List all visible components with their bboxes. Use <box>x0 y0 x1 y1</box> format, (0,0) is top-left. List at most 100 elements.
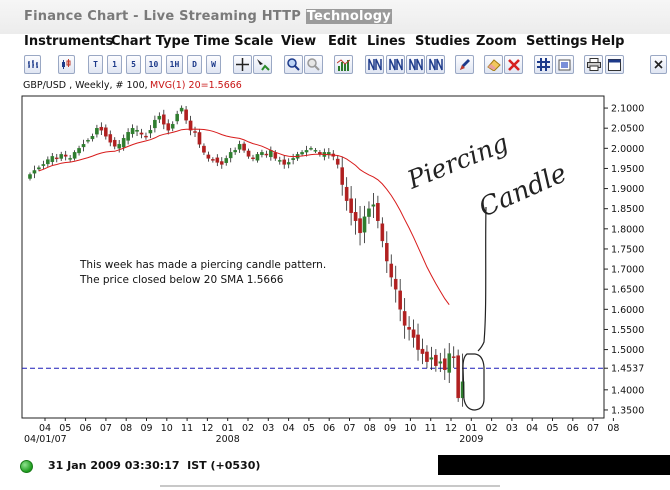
candle-up <box>121 138 126 148</box>
indicator-info: MVG(1) 20=1.5666 <box>150 80 242 91</box>
menu-bar: Instruments Chart Type Time Scale View E… <box>0 34 670 52</box>
candle-up <box>50 156 55 162</box>
eraser-icon[interactable] <box>484 55 503 74</box>
menu-edit[interactable]: Edit <box>328 34 357 49</box>
candle-up <box>327 152 331 155</box>
menu-time-scale[interactable]: Time Scale <box>194 34 273 49</box>
candle-down <box>425 351 429 362</box>
delete-icon[interactable] <box>504 55 523 74</box>
close-icon[interactable] <box>650 55 667 74</box>
properties-icon[interactable] <box>605 55 624 74</box>
menu-lines[interactable]: Lines <box>367 34 406 49</box>
trend-lines-icon[interactable] <box>365 55 384 74</box>
print-icon[interactable] <box>584 55 603 74</box>
candle-down <box>144 135 148 138</box>
x-tick-label: 07 <box>587 423 599 434</box>
candle-up <box>130 128 135 135</box>
menu-settings[interactable]: Settings <box>526 34 587 49</box>
x-tick-label: 01 <box>222 423 234 434</box>
candle-chart-icon[interactable] <box>58 55 75 74</box>
trend-lines-4-icon[interactable] <box>426 55 445 74</box>
menu-chart-type[interactable]: Chart Type <box>111 34 190 49</box>
price-chart[interactable]: GBP/USD , Weekly, # 100, MVG(1) 20=1.566… <box>0 77 670 455</box>
x-tick-label: 11 <box>181 423 193 434</box>
trend-lines-2-icon[interactable] <box>386 55 405 74</box>
timeframe-1min-button[interactable]: 1 <box>107 55 122 74</box>
x-tick-label: 09 <box>140 423 152 434</box>
candle-down <box>206 154 211 159</box>
candle-down <box>202 145 206 153</box>
y-tick-label: 1.6500 <box>611 285 644 296</box>
candle-up <box>90 136 95 140</box>
volume-icon[interactable] <box>334 55 353 74</box>
x-tick-label: 03 <box>506 423 518 434</box>
y-tick-label: 1.8500 <box>611 204 644 215</box>
timeframe-10min-button[interactable]: 10 <box>145 55 162 74</box>
window-title-highlight: Technology <box>305 9 392 24</box>
menu-view[interactable]: View <box>281 34 316 49</box>
timeframe-daily-button[interactable]: D <box>187 55 202 74</box>
candle-up <box>260 152 264 155</box>
y-tick-label: 1.8000 <box>611 224 644 235</box>
y-tick-label: 1.7500 <box>611 244 644 255</box>
candle-down <box>398 290 402 310</box>
status-datetime: 31 Jan 2009 03:30:17 IST (+0530) <box>48 459 261 472</box>
timeframe-tick-button[interactable]: T <box>88 55 103 74</box>
trend-lines-3-icon[interactable] <box>406 55 425 74</box>
timeframe-5min-button[interactable]: 5 <box>126 55 141 74</box>
y-tick-label: 1.4000 <box>611 385 644 396</box>
zoom-out-icon[interactable] <box>304 55 323 74</box>
title-bar: Finance Chart - Live Streaming HTTP Tech… <box>0 0 670 34</box>
status-bottom-divider <box>160 485 500 487</box>
menu-instruments[interactable]: Instruments <box>24 34 113 49</box>
candle-down <box>411 329 416 338</box>
x-secondary-label: 2009 <box>459 434 483 445</box>
candle-down <box>139 132 144 135</box>
menu-studies[interactable]: Studies <box>415 34 470 49</box>
candle-up <box>309 148 313 150</box>
timeframe-hourly-button[interactable]: 1H <box>166 55 183 74</box>
candle-up <box>72 152 77 159</box>
status-panel-dark <box>438 455 670 475</box>
candle-down <box>416 334 420 350</box>
window-title: Finance Chart - Live Streaming HTTP Tech… <box>24 9 392 24</box>
x-secondary-label: 04/01/07 <box>24 434 67 445</box>
pointer-icon[interactable] <box>253 55 272 74</box>
color-icon[interactable] <box>555 55 574 74</box>
candle-up <box>68 158 72 160</box>
candle-up <box>179 107 184 112</box>
candle-down <box>104 127 108 137</box>
candle-up <box>37 167 41 170</box>
x-tick-label: 12 <box>201 423 213 434</box>
candle-up <box>81 144 86 148</box>
x-tick-label: 05 <box>303 423 315 434</box>
candle-up <box>41 164 46 166</box>
candle-down <box>273 152 278 159</box>
candle-up <box>153 119 157 129</box>
candle-up <box>32 170 37 174</box>
menu-zoom[interactable]: Zoom <box>476 34 517 49</box>
connection-status-icon <box>20 460 33 473</box>
candle-up <box>117 144 121 149</box>
grid-icon[interactable] <box>534 55 553 74</box>
y-tick-label: 2.0000 <box>611 144 644 155</box>
candle-down <box>242 143 246 151</box>
x-tick-label: 05 <box>546 423 558 434</box>
candle-up <box>304 150 309 153</box>
x-tick-label: 03 <box>262 423 274 434</box>
candle-down <box>246 150 251 157</box>
candle-up <box>224 158 229 163</box>
candle-down <box>393 278 398 290</box>
draw-icon[interactable] <box>455 55 474 74</box>
zoom-in-icon[interactable] <box>284 55 303 74</box>
candle-up <box>157 115 162 120</box>
bar-chart-icon[interactable] <box>24 55 41 74</box>
x-tick-label: 05 <box>59 423 71 434</box>
menu-help[interactable]: Help <box>591 34 624 49</box>
candle-up <box>59 154 64 159</box>
crosshair-icon[interactable] <box>233 55 252 74</box>
candle-down <box>99 126 104 131</box>
candle-up <box>175 113 179 122</box>
timeframe-weekly-button[interactable]: W <box>206 55 221 74</box>
annotation-line-1: This week has made a piercing candle pat… <box>79 259 326 271</box>
